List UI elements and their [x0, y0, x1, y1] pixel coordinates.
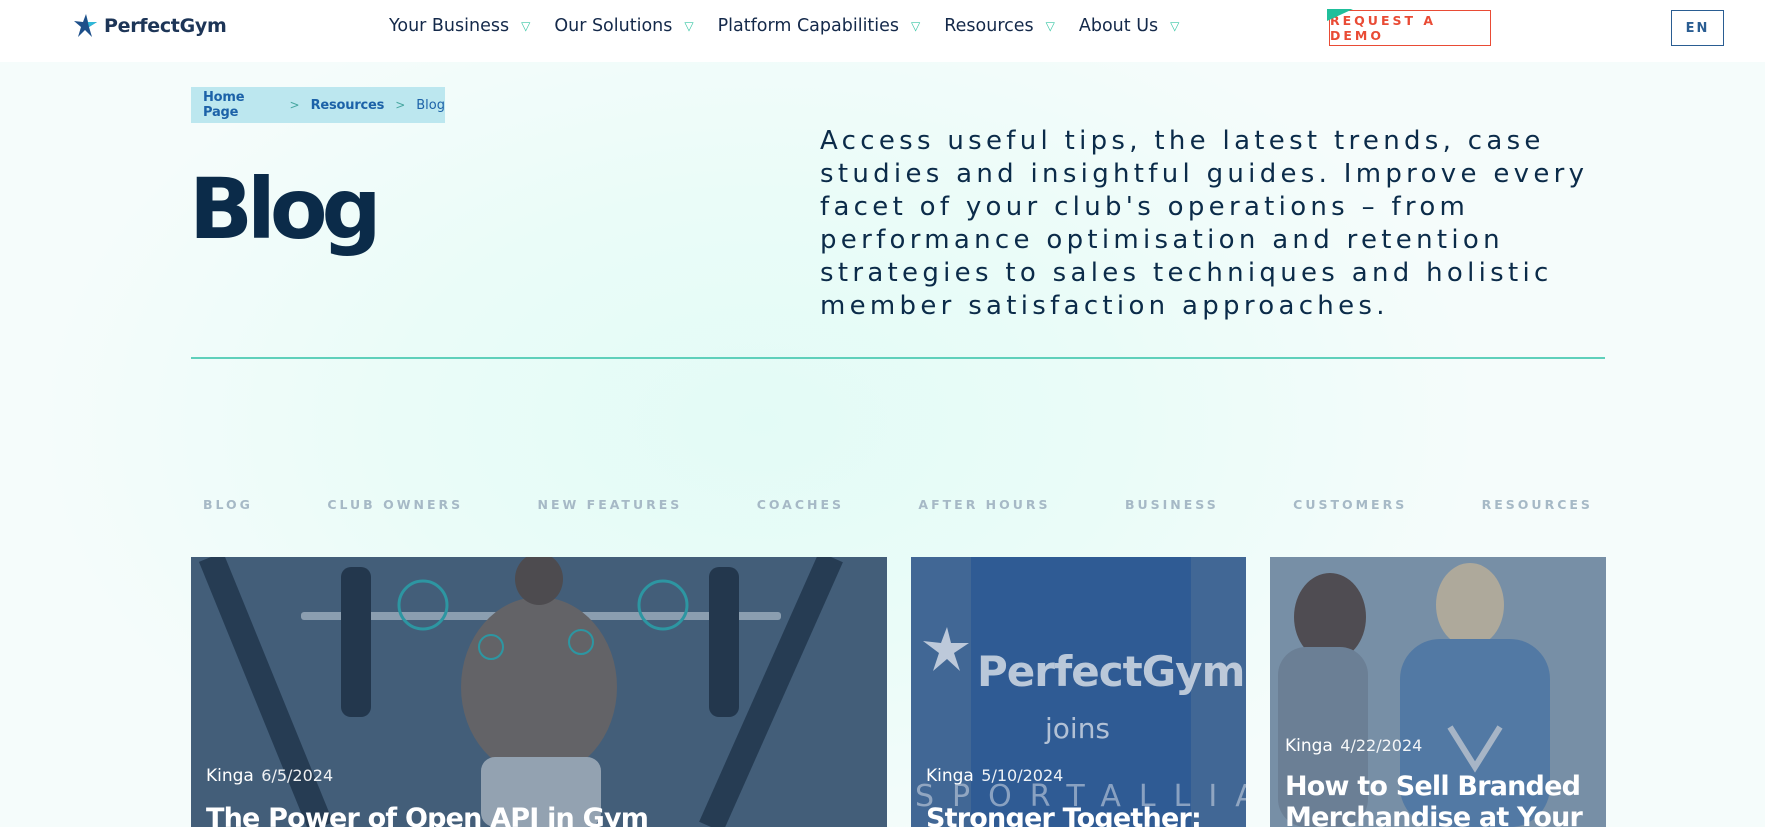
site-header: PerfectGym Your Business ▽ Our Solutions… [0, 0, 1765, 62]
nav-label: Your Business [389, 16, 510, 36]
post-title: The Power of Open API in Gym [206, 803, 649, 827]
image-logo-text: PerfectGym [977, 647, 1245, 696]
category-after-hours[interactable]: AFTER HOURS [906, 497, 1062, 512]
page-title: Blog [189, 160, 382, 258]
chevron-down-icon: ▽ [521, 19, 531, 33]
nav-our-solutions[interactable]: Our Solutions ▽ [554, 16, 693, 36]
divider [191, 357, 1605, 359]
post-meta: Kinga 4/22/2024 [1285, 736, 1422, 756]
post-meta: Kinga 6/5/2024 [206, 766, 333, 786]
category-customers[interactable]: CUSTOMERS [1281, 497, 1419, 512]
image-joins-text: joins [1045, 712, 1111, 745]
bench-press-image [191, 557, 887, 827]
post-title: How to Sell Branded Merchandise at Your [1285, 771, 1583, 827]
logo[interactable]: PerfectGym [72, 13, 227, 39]
category-blog[interactable]: BLOG [191, 497, 265, 512]
nav-resources[interactable]: Resources ▽ [944, 16, 1055, 36]
nav-label: About Us [1078, 16, 1159, 36]
demo-flag-decoration [1327, 9, 1353, 21]
nav-about-us[interactable]: About Us ▽ [1079, 16, 1179, 36]
post-author: Kinga [206, 766, 254, 786]
nav-platform-capabilities[interactable]: Platform Capabilities ▽ [718, 16, 921, 36]
nav-your-business[interactable]: Your Business ▽ [389, 16, 530, 36]
breadcrumb-current: Blog [416, 97, 445, 113]
chevron-down-icon: ▽ [1045, 19, 1055, 33]
post-date: 6/5/2024 [261, 766, 334, 785]
category-coaches[interactable]: COACHES [745, 497, 856, 512]
page-intro: Access useful tips, the latest trends, c… [820, 126, 1589, 321]
breadcrumb-separator: > [289, 98, 300, 112]
chevron-down-icon: ▽ [1170, 19, 1180, 33]
category-business[interactable]: BUSINESS [1113, 497, 1231, 512]
main-nav: Your Business ▽ Our Solutions ▽ Platform… [389, 16, 1203, 36]
post-meta: Kinga 5/10/2024 [926, 766, 1063, 786]
post-date: 4/22/2024 [1340, 736, 1423, 755]
category-new-features[interactable]: NEW FEATURES [526, 497, 695, 512]
post-card[interactable]: Kinga 6/5/2024 The Power of Open API in … [191, 557, 887, 827]
breadcrumb-home-link[interactable]: Home Page [203, 90, 279, 120]
post-author: Kinga [926, 766, 974, 786]
request-demo-button[interactable]: REQUEST A DEMO [1329, 10, 1491, 46]
chevron-down-icon: ▽ [684, 19, 694, 33]
category-filter: BLOG CLUB OWNERS NEW FEATURES COACHES AF… [191, 497, 1605, 512]
category-club-owners[interactable]: CLUB OWNERS [315, 497, 475, 512]
category-resources[interactable]: RESOURCES [1470, 497, 1605, 512]
nav-label: Platform Capabilities [717, 16, 900, 36]
logo-text: PerfectGym [104, 15, 227, 37]
breadcrumb: Home Page > Resources > Blog [191, 87, 445, 123]
post-author: Kinga [1285, 736, 1333, 756]
post-date: 5/10/2024 [981, 766, 1064, 785]
post-card[interactable]: Kinga 4/22/2024 How to Sell Branded Merc… [1270, 557, 1606, 827]
breadcrumb-resources-link[interactable]: Resources [311, 98, 385, 113]
breadcrumb-separator: > [395, 98, 406, 112]
language-button[interactable]: EN [1671, 10, 1724, 46]
post-title: Stronger Together: [926, 803, 1202, 827]
nav-label: Resources [944, 16, 1034, 36]
chevron-down-icon: ▽ [911, 19, 921, 33]
nav-label: Our Solutions [554, 16, 673, 36]
post-card[interactable]: PerfectGym joins SPORTALLIANC Kinga 5/10… [911, 557, 1246, 827]
star-logo-icon [74, 14, 97, 37]
